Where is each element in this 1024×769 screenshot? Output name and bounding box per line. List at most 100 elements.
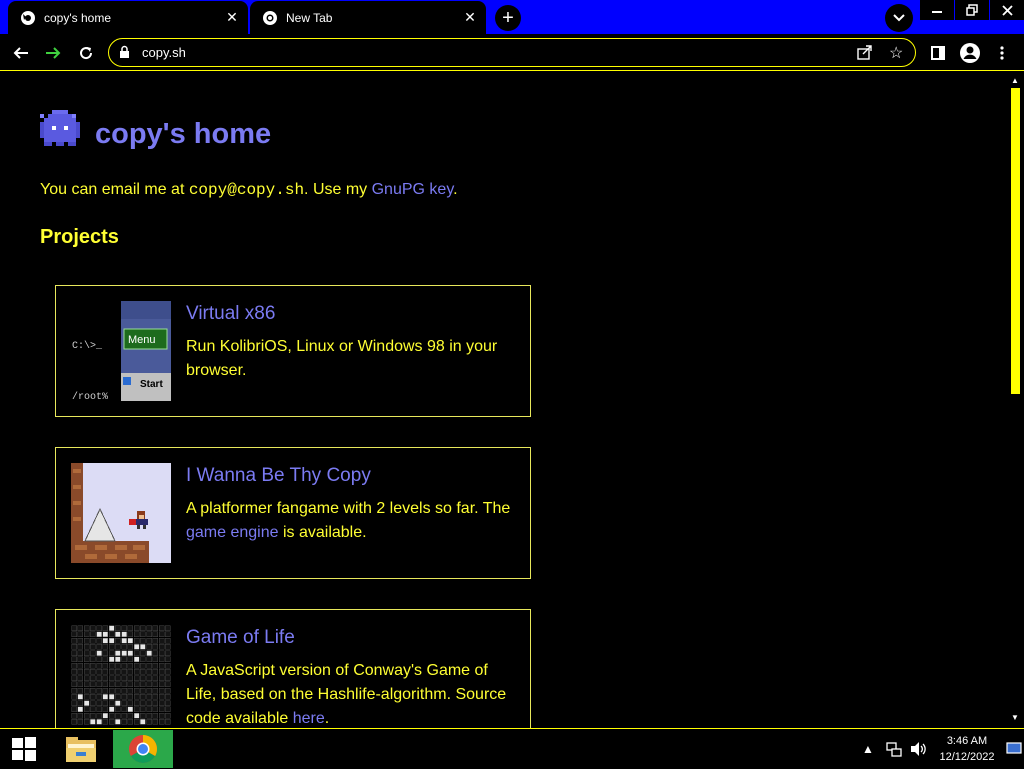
windows-taskbar: ▲ 3:46 AM 12/12/2022 [0,728,1024,768]
scroll-down-arrow-icon[interactable]: ▼ [1011,713,1019,722]
gol-cell [83,706,90,713]
scrollbar-thumb[interactable] [1011,88,1020,394]
gol-cell [121,644,127,650]
gol-cell [83,694,90,700]
show-hidden-icons-button[interactable]: ▲ [862,729,874,769]
gol-cell [121,706,127,713]
gol-cell [133,631,140,638]
project-card-game-of-life[interactable]: Game of Life A JavaScript version of Con… [55,609,531,728]
file-explorer-taskbar-button[interactable] [51,730,111,768]
profile-button[interactable] [958,41,982,65]
gol-cell [77,675,84,681]
project-title-i-wanna-be-thy-copy[interactable]: I Wanna Be Thy Copy [186,465,371,487]
gol-cell [127,681,134,688]
gol-cell [140,662,146,669]
new-tab-button[interactable]: + [495,5,521,31]
chrome-taskbar-button[interactable] [113,730,173,768]
gol-cell [71,656,77,663]
gol-cell [102,687,109,694]
gol-cell [115,675,121,681]
gol-cell [115,669,121,675]
gol-cell [108,644,115,650]
close-window-button[interactable] [990,0,1024,20]
project-card-i-wanna-be-thy-copy[interactable]: I Wanna Be Thy Copy A platformer fangame… [55,447,531,579]
gol-cell [102,644,109,650]
gol-cell [152,719,159,725]
volume-button[interactable] [910,729,928,769]
gol-cell [83,650,90,656]
restore-button[interactable] [955,0,989,20]
forward-button[interactable] [40,40,66,66]
project-title-game-of-life[interactable]: Game of Life [186,627,295,649]
project-card-virtual-x86[interactable]: C:\>_ /root% Menu Start Virtual x86 Run … [55,285,531,417]
gnupg-key-link[interactable]: GnuPG key [372,181,454,198]
gol-live-cell [121,637,127,644]
tab-new-tab[interactable]: New Tab ✕ [250,1,486,34]
gol-cell [121,712,127,719]
minimize-button[interactable] [920,0,954,20]
bookmark-star-icon[interactable]: ☆ [889,43,903,63]
gol-cell [121,625,127,631]
gol-cell [96,675,102,681]
page-content: copy's home You can email me at copy@cop… [0,72,1006,728]
game-of-life-thumbnail [71,625,171,725]
gol-cell [158,669,165,675]
taskbar-clock[interactable]: 3:46 AM 12/12/2022 [932,733,1002,765]
gol-cell [165,650,171,656]
gol-cell [102,706,109,713]
close-icon[interactable]: ✕ [222,8,242,28]
gol-cell [165,681,171,688]
gol-cell [146,669,152,675]
project-title-virtual-x86[interactable]: Virtual x86 [186,303,275,325]
gol-cell [83,637,90,644]
tab-copys-home[interactable]: copy's home ✕ [8,1,248,34]
intro-prefix: You can email me at [40,181,189,198]
notifications-button[interactable] [1006,729,1022,769]
arrow-right-icon [46,47,61,59]
gol-cell [90,706,96,713]
menu-button[interactable] [990,41,1014,65]
gol-live-cell [108,637,115,644]
gol-cell [90,644,96,650]
scroll-up-arrow-icon[interactable]: ▲ [1011,76,1019,85]
gol-cell [96,687,102,694]
back-button[interactable] [8,40,34,66]
gol-cell [115,687,121,694]
gol-live-cell [102,637,109,644]
gol-cell [90,631,96,638]
gol-cell [152,694,159,700]
start-button[interactable] [0,729,48,769]
gol-cell [71,687,77,694]
tab-title: copy's home [44,10,111,25]
gol-cell [102,650,109,656]
gol-cell [165,675,171,681]
source-code-link[interactable]: here [293,710,325,727]
gol-live-cell [121,650,127,656]
address-bar[interactable]: copy.sh ☆ [108,38,916,67]
gol-cell [83,681,90,688]
thumb-linux-prompt: /root% [72,391,108,401]
tab-search-button[interactable] [885,4,913,32]
network-button[interactable] [886,729,902,769]
gol-cell [152,662,159,669]
restore-icon [966,4,978,16]
gol-cell [127,719,134,725]
gol-cell [133,706,140,713]
gol-cell [108,631,115,638]
gol-cell [140,637,146,644]
close-icon[interactable]: ✕ [460,8,480,28]
gol-cell [121,669,127,675]
lock-icon [119,45,130,64]
gol-cell [83,662,90,669]
gol-cell [146,681,152,688]
game-engine-link[interactable]: game engine [186,524,279,541]
gol-cell [96,662,102,669]
page-scrollbar[interactable]: ▲ ▼ [1006,72,1024,728]
gol-cell [146,694,152,700]
reload-button[interactable] [73,40,99,66]
side-panel-button[interactable] [926,41,950,65]
gol-cell [165,625,171,631]
share-icon[interactable] [857,44,873,65]
gol-cell [140,712,146,719]
close-icon [1001,4,1013,16]
